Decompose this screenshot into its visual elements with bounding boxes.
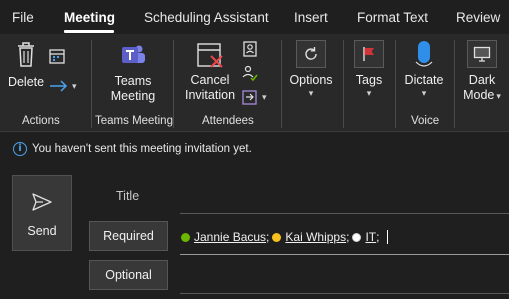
- trash-icon: [18, 42, 34, 67]
- optional-button[interactable]: Optional: [89, 260, 168, 290]
- forward-split-button[interactable]: ▾: [48, 79, 82, 93]
- recipient-separator: ;: [346, 230, 350, 244]
- recipient-chip[interactable]: Jannie Bacus;: [181, 230, 272, 244]
- options-icon-frame: [296, 40, 326, 68]
- recipient-name: Kai Whipps: [285, 230, 347, 244]
- group-label-actions: Actions: [22, 115, 60, 127]
- dark-mode-label-line1: Dark: [468, 73, 496, 87]
- tab-scheduling-assistant[interactable]: Scheduling Assistant: [144, 10, 269, 25]
- chevron-down-icon: ▾: [421, 88, 427, 98]
- chevron-down-icon: ▾: [262, 92, 267, 102]
- info-icon: i: [13, 142, 27, 156]
- send-icon: [32, 193, 52, 211]
- microphone-icon: [415, 41, 433, 67]
- group-separator: [173, 40, 174, 128]
- group-separator: [343, 40, 344, 128]
- info-bar-message: You haven't sent this meeting invitation…: [32, 143, 252, 155]
- tab-review[interactable]: Review: [456, 10, 500, 25]
- chevron-down-icon: ▾: [72, 81, 77, 91]
- recipient-chip[interactable]: Kai Whipps;: [272, 230, 352, 244]
- options-button[interactable]: Options ▾: [287, 40, 335, 98]
- tags-button[interactable]: Tags ▾: [349, 40, 389, 98]
- chevron-down-icon: ▾: [496, 90, 501, 101]
- chevron-down-icon: ▾: [366, 88, 372, 98]
- dictate-button[interactable]: Dictate ▾: [401, 40, 447, 98]
- delete-button[interactable]: Delete: [8, 40, 44, 90]
- group-label-teams-meeting: Teams Meeting: [95, 115, 173, 127]
- recipient-separator: ;: [266, 230, 270, 244]
- dark-mode-icon-frame: [467, 40, 497, 68]
- check-names-icon[interactable]: [241, 64, 259, 82]
- teams-meeting-button[interactable]: Teams Meeting: [104, 42, 162, 104]
- title-input-underline[interactable]: [180, 213, 509, 214]
- tab-insert[interactable]: Insert: [294, 10, 328, 25]
- title-label: Title: [116, 189, 140, 203]
- options-label: Options: [289, 73, 333, 87]
- group-separator: [281, 40, 282, 128]
- flag-icon: [363, 47, 374, 61]
- group-separator: [395, 40, 396, 128]
- optional-input-underline[interactable]: [180, 293, 509, 294]
- recipient-separator: ;: [376, 230, 380, 244]
- cancel-invitation-label-line2: Invitation: [184, 88, 236, 102]
- tab-meeting[interactable]: Meeting: [64, 10, 115, 25]
- cancel-invitation-button[interactable]: Cancel Invitation: [182, 40, 238, 103]
- text-cursor: [387, 230, 389, 244]
- required-button[interactable]: Required: [89, 221, 168, 251]
- calendar-cancel-icon: [197, 43, 223, 68]
- presence-away-icon: [272, 232, 282, 242]
- group-separator: [454, 40, 455, 128]
- required-input-underline: [180, 254, 509, 255]
- presence-unknown-icon: [352, 232, 362, 242]
- response-options-button[interactable]: ▾: [241, 88, 271, 106]
- recipient-name: Jannie Bacus: [194, 230, 267, 244]
- dark-mode-label-line2: Mode: [463, 88, 495, 102]
- dictate-label: Dictate: [404, 73, 444, 87]
- teams-icon: [122, 45, 145, 63]
- calendar-forward-icon[interactable]: [48, 47, 66, 65]
- recipient-chip[interactable]: IT;: [352, 230, 382, 244]
- presence-available-icon: [181, 232, 190, 242]
- address-book-icon[interactable]: [241, 40, 259, 58]
- delete-label: Delete: [7, 75, 45, 89]
- ribbon-tab-bar: File Meeting Scheduling Assistant Insert…: [0, 0, 509, 34]
- group-label-attendees: Attendees: [202, 115, 254, 127]
- forward-arrow-icon: [50, 80, 68, 92]
- teams-meeting-label-line2: Meeting: [110, 89, 156, 103]
- dark-mode-label-line2-wrap: Mode ▾: [463, 88, 501, 103]
- dark-mode-button[interactable]: Dark Mode ▾: [459, 40, 505, 103]
- tab-file[interactable]: File: [12, 10, 34, 25]
- teams-meeting-label-line1: Teams: [114, 74, 152, 88]
- send-label: Send: [27, 224, 57, 238]
- chevron-down-icon: ▾: [308, 88, 314, 98]
- cancel-invitation-label-line1: Cancel: [190, 73, 230, 87]
- active-tab-indicator: [64, 30, 114, 33]
- tags-label: Tags: [355, 73, 383, 87]
- monitor-icon: [473, 46, 491, 62]
- required-attendees-input[interactable]: Jannie Bacus; Kai Whipps; IT;: [181, 229, 389, 245]
- refresh-icon: [305, 47, 317, 60]
- send-button[interactable]: Send: [12, 175, 72, 251]
- tags-icon-frame: [354, 40, 384, 68]
- response-options-icon: [242, 90, 257, 105]
- group-label-voice: Voice: [411, 115, 440, 127]
- group-separator: [91, 40, 92, 128]
- recipient-name: IT: [365, 230, 377, 244]
- tab-format-text[interactable]: Format Text: [357, 10, 428, 25]
